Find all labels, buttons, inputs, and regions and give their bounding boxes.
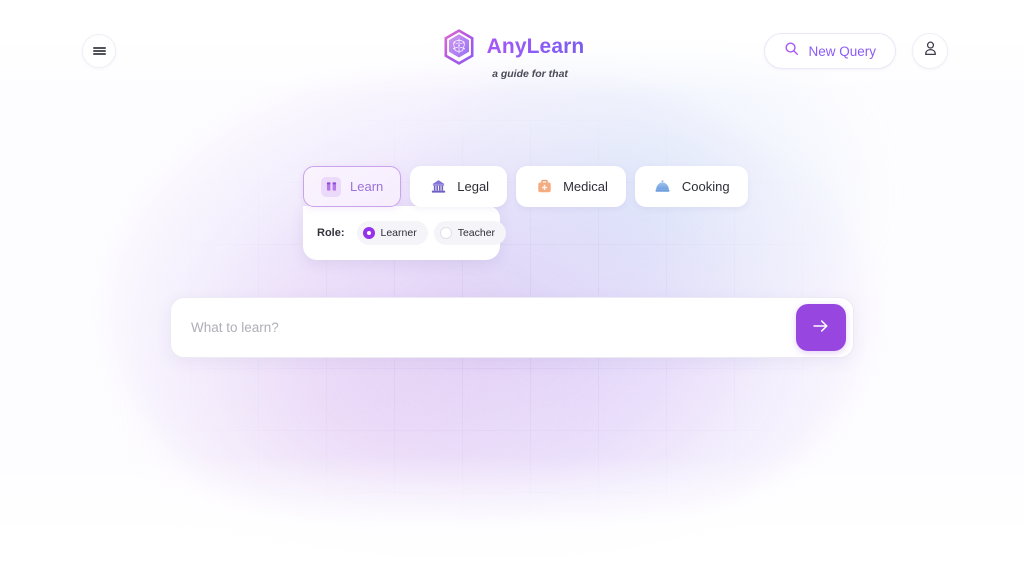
- submit-query-button[interactable]: [796, 304, 846, 351]
- arrow-right-icon: [810, 315, 832, 340]
- tab-medical[interactable]: Medical: [516, 166, 626, 207]
- tab-cooking[interactable]: Cooking: [634, 166, 748, 207]
- search-input[interactable]: [171, 320, 796, 335]
- tab-legal-label: Legal: [457, 179, 490, 194]
- account-avatar-button[interactable]: [912, 33, 948, 69]
- food-cloche-icon: [653, 177, 673, 197]
- hexagon-brain-logo-icon: [440, 28, 478, 66]
- radio-unselected-icon: [439, 227, 452, 239]
- new-query-button[interactable]: New Query: [764, 33, 896, 69]
- search-bar: [170, 297, 854, 358]
- app-header: AnyLearn a guide for that New Query: [0, 0, 1024, 100]
- new-query-label: New Query: [808, 43, 876, 59]
- background-bottom-fade: [0, 456, 1024, 576]
- tab-legal[interactable]: Legal: [410, 166, 508, 207]
- radio-selected-icon: [362, 227, 375, 239]
- tab-cooking-label: Cooking: [681, 179, 730, 194]
- first-aid-kit-icon: [534, 177, 554, 197]
- role-options: Learner Teacher: [356, 221, 507, 245]
- search-icon: [784, 41, 799, 61]
- role-selector-panel: Role: Learner Teacher: [303, 206, 507, 260]
- brand-name: AnyLearn: [486, 35, 585, 58]
- courthouse-icon: [428, 177, 448, 197]
- role-option-learner-label: Learner: [380, 227, 417, 239]
- role-option-learner[interactable]: Learner: [356, 221, 428, 245]
- role-option-teacher[interactable]: Teacher: [433, 221, 507, 245]
- tab-learn-label: Learn: [350, 179, 384, 194]
- tab-learn[interactable]: Learn: [303, 166, 402, 207]
- role-label: Role:: [317, 227, 345, 239]
- category-tabs: Learn Legal Medical Cooking: [303, 166, 748, 207]
- tab-medical-label: Medical: [563, 179, 608, 194]
- role-option-teacher-label: Teacher: [457, 227, 496, 239]
- user-avatar-icon: [922, 40, 939, 62]
- brand-tagline: a guide for that: [492, 68, 568, 80]
- graduation-books-icon: [321, 176, 341, 197]
